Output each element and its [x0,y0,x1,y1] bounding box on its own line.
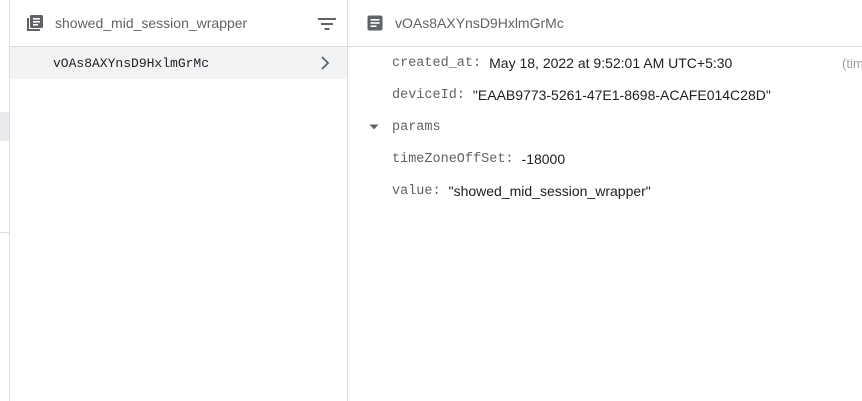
field-key: timeZoneOffSet: [392,151,514,167]
collection-title: showed_mid_session_wrapper [55,15,248,31]
document-list-item-id: vOAs8AXYnsD9HxlmGrMc [53,55,210,71]
field-value: May 18, 2022 at 9:52:01 AM UTC+5:30 [489,55,733,71]
field-key: value: [392,183,441,199]
collection-header: showed_mid_session_wrapper [10,0,347,47]
gutter-selection-mark [0,112,9,141]
field-type-hint: (timestamp) [842,56,862,71]
filter-icon[interactable] [315,12,339,36]
collection-icon [26,14,44,32]
field-key: created_at: [392,55,482,71]
chevron-right-icon [317,55,333,71]
field-value: "EAAB9773-5261-47E1-8698-ACAFE014C28D" [472,87,771,103]
field-key: deviceId: [392,87,465,103]
field-created-at[interactable]: created_at: May 18, 2022 at 9:52:01 AM U… [348,47,862,79]
document-icon [366,14,384,32]
gutter-divider [0,232,9,233]
document-title: vOAs8AXYnsD9HxlmGrMc [395,15,564,31]
field-device-id[interactable]: deviceId: "EAAB9773-5261-47E1-8698-ACAFE… [348,79,862,111]
field-value: "showed_mid_session_wrapper" [448,183,651,199]
document-list-item[interactable]: vOAs8AXYnsD9HxlmGrMc [10,47,347,79]
caret-down-icon[interactable] [368,121,380,133]
field-params[interactable]: params [348,111,862,143]
field-value: -18000 [521,151,566,167]
field-key: params [392,119,441,135]
document-column: vOAs8AXYnsD9HxlmGrMc created_at: May 18,… [348,0,862,401]
document-header: vOAs8AXYnsD9HxlmGrMc [348,0,862,47]
collection-column: showed_mid_session_wrapper vOAs8AXYnsD9H… [10,0,348,401]
field-timezone-offset[interactable]: timeZoneOffSet: -18000 [348,143,862,175]
left-gutter-panel [0,0,10,401]
field-value[interactable]: value: "showed_mid_session_wrapper" [348,175,862,207]
